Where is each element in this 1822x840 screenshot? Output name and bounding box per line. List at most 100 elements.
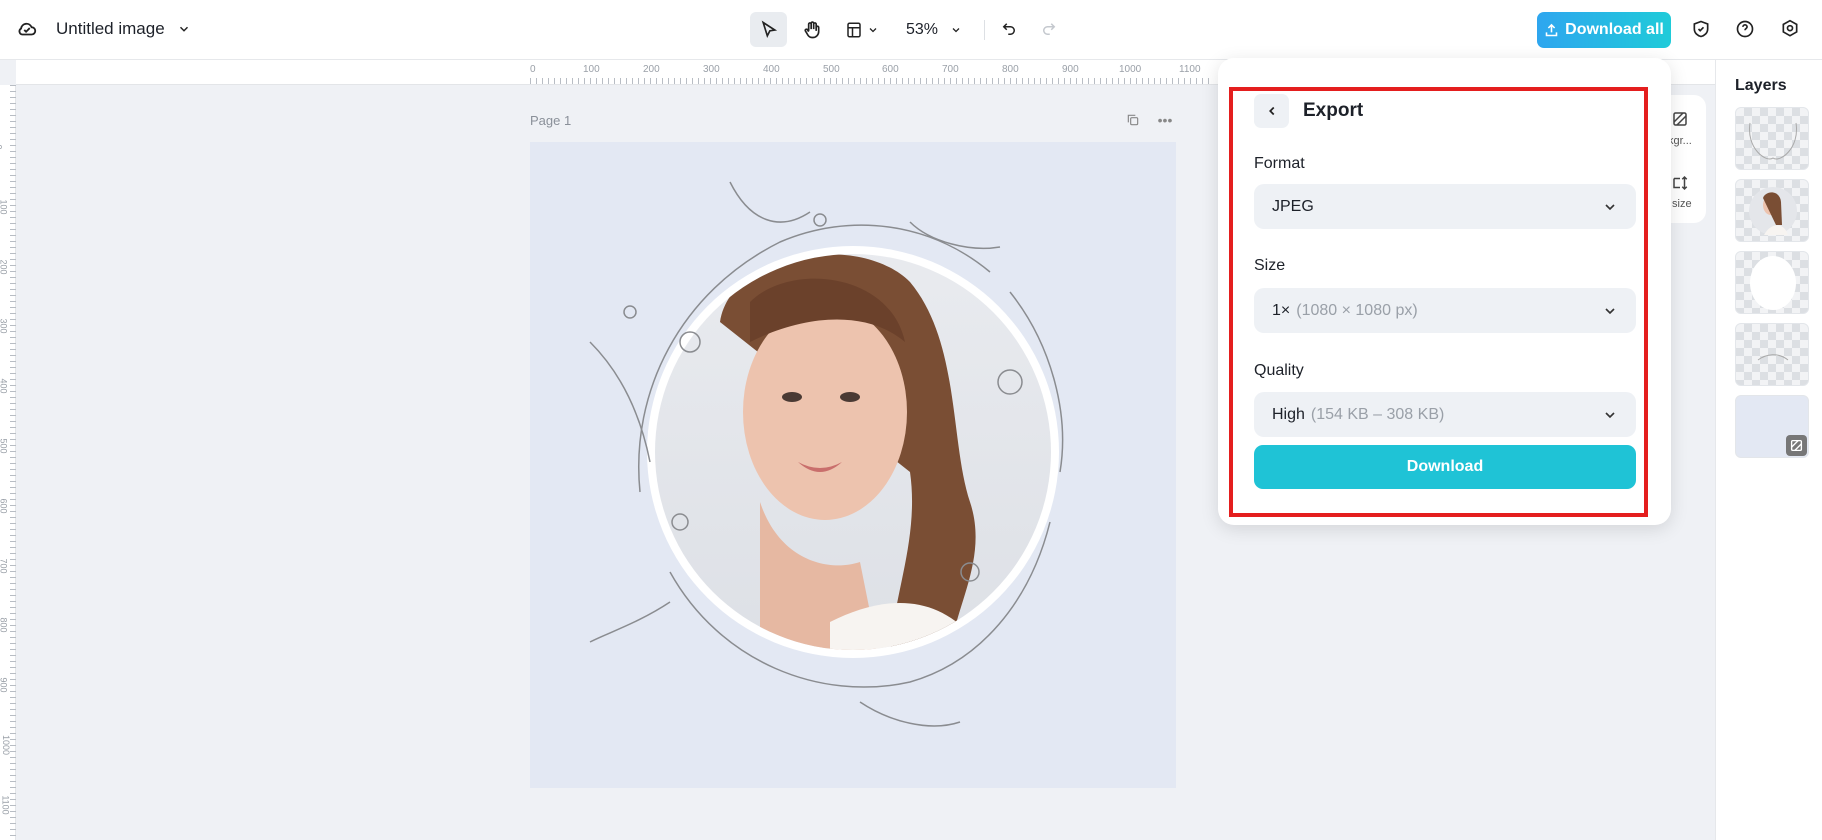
- back-button[interactable]: [1254, 94, 1289, 128]
- layer-portrait[interactable]: [1735, 179, 1809, 242]
- vertical-ruler: 0 100 200 300 400 500 600 700 800 900 1000 1100: [0, 85, 16, 840]
- select-tool-button[interactable]: [750, 12, 787, 47]
- page-label: Page 1: [530, 113, 572, 128]
- ruler-label: 900: [0, 677, 9, 693]
- quality-detail: (154 KB – 308 KB): [1310, 405, 1445, 423]
- ruler-label: 200: [643, 64, 660, 75]
- download-button[interactable]: Download: [1254, 445, 1636, 489]
- download-label: Download: [1406, 458, 1484, 475]
- upload-icon: [1545, 23, 1558, 36]
- ruler-label: 1000: [1, 734, 12, 756]
- resize-icon: [1673, 175, 1688, 191]
- pointer-icon: [761, 20, 777, 38]
- quality-select[interactable]: High (154 KB – 308 KB): [1254, 392, 1636, 437]
- ruler-label: 700: [0, 558, 9, 574]
- ruler-label: 0: [0, 144, 4, 149]
- ruler-label: 100: [583, 64, 600, 75]
- background-layer-badge: [1786, 435, 1807, 456]
- document-title: Untitled image: [56, 19, 165, 38]
- toolbar-divider: [984, 20, 985, 40]
- cloud-save-icon[interactable]: [12, 14, 42, 44]
- ruler-label: 1000: [1119, 64, 1142, 75]
- ruler-label: 300: [703, 64, 720, 75]
- size-label: Size: [1254, 257, 1286, 274]
- size-detail: (1080 × 1080 px): [1296, 301, 1418, 319]
- zoom-level: 53%: [905, 20, 939, 38]
- page-more-button[interactable]: •••: [1156, 111, 1174, 129]
- settings-button[interactable]: [1775, 14, 1805, 44]
- chevron-down-icon: [1605, 411, 1615, 418]
- document-title-menu[interactable]: Untitled image: [56, 19, 191, 39]
- ruler-label: 500: [823, 64, 840, 75]
- ruler-label: 100: [0, 199, 9, 215]
- ruler-label: 500: [0, 438, 9, 454]
- layout-icon: [847, 22, 861, 37]
- chevron-down-icon: [952, 27, 960, 32]
- chevron-down-icon: [179, 26, 188, 32]
- background-icon: [1673, 112, 1687, 126]
- gear-icon: [1782, 19, 1798, 37]
- help-button[interactable]: [1730, 14, 1760, 44]
- circle-thumbnail: [1750, 256, 1796, 310]
- zoom-menu[interactable]: 53%: [896, 12, 972, 47]
- undo-button[interactable]: [994, 14, 1024, 44]
- background-icon: [1790, 439, 1803, 452]
- ruler-label: 1100: [0, 795, 11, 815]
- wreath-thumbnail: [1749, 122, 1797, 160]
- design-artwork: [589, 181, 1064, 727]
- size-value: 1×: [1272, 301, 1291, 319]
- ruler-label: 800: [0, 617, 9, 633]
- ruler-label: 600: [882, 64, 899, 75]
- layer-wreath-top[interactable]: [1735, 107, 1809, 170]
- redo-button[interactable]: [1034, 14, 1064, 44]
- layout-menu-button[interactable]: [838, 12, 886, 47]
- redo-icon: [1043, 23, 1056, 35]
- layers-panel: Layers: [1715, 60, 1822, 840]
- export-title: Export: [1303, 100, 1364, 121]
- ruler-label: 400: [0, 378, 9, 394]
- chevron-left-icon: [1268, 106, 1274, 116]
- resize-button[interactable]: [1670, 173, 1690, 193]
- format-value: JPEG: [1272, 197, 1314, 215]
- ruler-label: 200: [0, 259, 9, 275]
- resize-tool-label: size: [1672, 198, 1692, 210]
- canvas-page[interactable]: [530, 142, 1176, 788]
- ruler-label: 800: [1002, 64, 1019, 75]
- layers-title: Layers: [1735, 77, 1787, 94]
- shield-check-icon: [1693, 20, 1709, 38]
- chevron-down-icon: [869, 27, 877, 32]
- ruler-label: 300: [0, 318, 9, 334]
- quality-label: Quality: [1254, 362, 1304, 379]
- undo-icon: [1002, 23, 1015, 35]
- ruler-label: 700: [942, 64, 959, 75]
- background-tool-label: kgr...: [1668, 135, 1692, 147]
- hand-tool-button[interactable]: [795, 12, 829, 47]
- help-icon: [1736, 20, 1754, 38]
- ruler-label: 0: [530, 64, 536, 75]
- ruler-label: 400: [763, 64, 780, 75]
- top-bar: Untitled image 53% Download all: [0, 0, 1822, 60]
- size-select[interactable]: 1× (1080 × 1080 px): [1254, 288, 1636, 333]
- format-select[interactable]: JPEG: [1254, 184, 1636, 229]
- portrait-thumbnail: [1749, 187, 1797, 235]
- format-label: Format: [1254, 155, 1305, 172]
- download-all-button[interactable]: Download all: [1537, 12, 1671, 48]
- download-all-label: Download all: [1565, 21, 1664, 38]
- quality-value: High: [1272, 405, 1305, 423]
- chevron-down-icon: [1605, 203, 1615, 210]
- copy-icon: [1127, 114, 1139, 126]
- shield-button[interactable]: [1686, 14, 1716, 44]
- ruler-ticks: [10, 85, 16, 840]
- chevron-down-icon: [1605, 307, 1615, 314]
- duplicate-page-button[interactable]: [1124, 111, 1142, 129]
- wreath-thumbnail: [1757, 354, 1789, 361]
- portrait-photo: [655, 254, 1051, 650]
- layer-wreath-bottom[interactable]: [1735, 323, 1809, 386]
- hand-icon: [804, 20, 820, 38]
- ruler-label: 900: [1062, 64, 1079, 75]
- layer-white-circle[interactable]: [1735, 251, 1809, 314]
- remove-background-button[interactable]: [1670, 109, 1690, 129]
- ruler-label: 1100: [1179, 64, 1201, 75]
- ruler-ticks: [530, 78, 1210, 84]
- layer-background[interactable]: [1735, 395, 1809, 458]
